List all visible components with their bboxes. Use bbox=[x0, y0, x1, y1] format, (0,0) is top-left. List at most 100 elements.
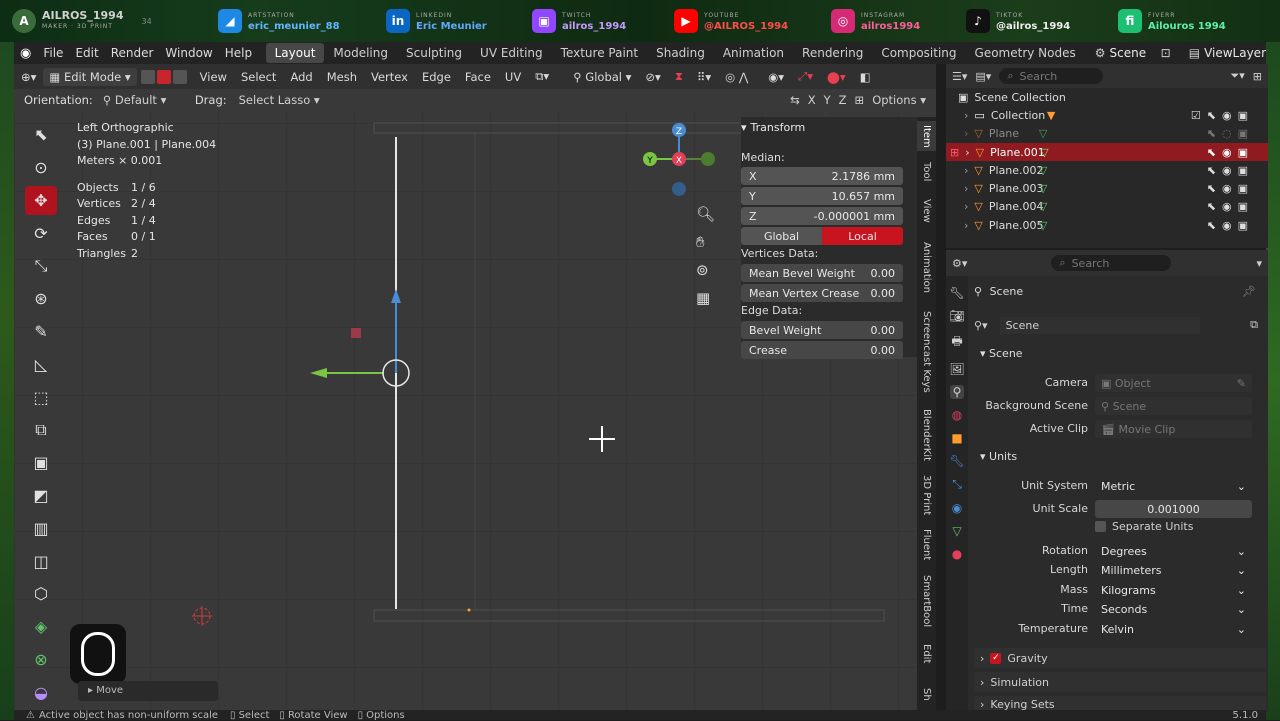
view-layer-selector[interactable]: ViewLayer bbox=[1204, 46, 1266, 60]
social-fiverr[interactable]: fi FIVERR Ailouros 1994 bbox=[1118, 8, 1226, 34]
outliner-editor-icon[interactable]: ☰▾ bbox=[952, 70, 967, 83]
visibility-toggles[interactable]: ⬉◉▣ bbox=[1207, 200, 1254, 213]
unit-system-dropdown[interactable]: Metric ⌄ bbox=[1095, 477, 1252, 495]
outliner-item[interactable]: › ▽ Plane ▽ ⬉◌▣ bbox=[946, 125, 1268, 143]
tab-item[interactable]: Item bbox=[917, 121, 936, 151]
outliner-item[interactable]: › ▽ Plane.003 ▽ ⬉◉▣ bbox=[946, 179, 1268, 197]
filter-icon[interactable]: ⏷▾ bbox=[1230, 69, 1244, 83]
visibility-toggles[interactable]: ⬉◉▣ bbox=[1207, 164, 1254, 177]
units-panel-header[interactable]: ▾ Units bbox=[980, 450, 1017, 463]
transform-tool-icon[interactable]: ⊛ bbox=[25, 284, 57, 314]
median-z-field[interactable]: Z -0.000001 mm bbox=[741, 207, 903, 225]
tab-layout[interactable]: Layout bbox=[265, 43, 325, 63]
visibility-toggles[interactable]: ⬉◉▣ bbox=[1207, 182, 1254, 195]
simulation-panel-header[interactable]: › Simulation bbox=[974, 672, 1266, 692]
tab-animation[interactable]: Animation bbox=[917, 235, 936, 299]
loop-cut-tool-icon[interactable]: ▥ bbox=[25, 513, 57, 543]
data-tab-icon[interactable]: ▽ bbox=[952, 524, 961, 538]
visibility-toggles[interactable]: ⬉◉▣ bbox=[1207, 146, 1254, 159]
tab-modeling[interactable]: Modeling bbox=[324, 43, 397, 63]
menu-file[interactable]: File bbox=[37, 46, 69, 60]
outliner-search[interactable]: ⌕ Search bbox=[999, 68, 1104, 84]
properties-search[interactable]: ⌕ Search bbox=[1051, 255, 1172, 271]
output-tab-icon[interactable]: 🖶︎ bbox=[951, 332, 962, 353]
menu-window[interactable]: Window bbox=[159, 46, 218, 60]
temperature-dropdown[interactable]: Kelvin ⌄ bbox=[1095, 620, 1252, 638]
blender-logo-icon[interactable]: ◉ bbox=[14, 46, 37, 61]
tab-rendering[interactable]: Rendering bbox=[793, 43, 872, 63]
knife-tool-icon[interactable]: ◫ bbox=[25, 546, 57, 576]
unit-scale-field[interactable]: 0.001000 bbox=[1095, 500, 1252, 518]
new-collection-icon[interactable]: ⊞ bbox=[1253, 70, 1262, 83]
3d-viewport[interactable]: ⊕▾ ▦ Edit Mode ▾ View Select Add Mesh Ve… bbox=[14, 64, 936, 712]
camera-view-icon[interactable]: ⊚ bbox=[696, 261, 715, 279]
menu-edit[interactable]: Edit bbox=[69, 46, 104, 60]
inset-tool-icon[interactable]: ▣ bbox=[25, 448, 57, 478]
edge-crease-field[interactable]: Crease 0.00 bbox=[741, 341, 903, 359]
tab-texture-paint[interactable]: Texture Paint bbox=[552, 43, 647, 63]
camera-field[interactable]: ▣ Object ✎ bbox=[1095, 374, 1252, 392]
social-tiktok[interactable]: ♪ TIKTOK @ailros_1994 bbox=[966, 8, 1070, 34]
tab-blenderkit[interactable]: BlenderKit bbox=[917, 405, 936, 465]
expand-icon[interactable]: › bbox=[964, 109, 968, 122]
median-x-field[interactable]: X 2.1786 mm bbox=[741, 167, 903, 185]
social-linkedin[interactable]: in LINKEDIN Eric Meunier bbox=[386, 8, 487, 34]
active-clip-field[interactable]: 🎬︎ Movie Clip bbox=[1095, 420, 1252, 438]
pan-icon[interactable]: ✋︎ bbox=[696, 233, 715, 251]
outliner-item-selected[interactable]: ⊞ › ▽ Plane.001 ▽ ⬉◉▣ bbox=[946, 142, 1268, 162]
time-dropdown[interactable]: Seconds ⌄ bbox=[1095, 600, 1252, 618]
local-toggle[interactable]: Local bbox=[822, 227, 903, 245]
menu-render[interactable]: Render bbox=[105, 46, 160, 60]
pin-icon[interactable]: 📌︎ bbox=[1242, 285, 1256, 298]
tab-3d-print[interactable]: 3D Print bbox=[917, 469, 936, 521]
tab-sh[interactable]: Sh bbox=[917, 677, 936, 711]
visibility-toggles[interactable]: ☑⬉◉▣ bbox=[1191, 109, 1254, 122]
scene-panel-header[interactable]: ▾ Scene bbox=[980, 347, 1023, 360]
tab-sculpting[interactable]: Sculpting bbox=[397, 43, 471, 63]
extrude-tool-icon[interactable]: ⧉ bbox=[25, 415, 57, 445]
scale-tool-icon[interactable]: ⤡ bbox=[25, 251, 57, 281]
tab-tool[interactable]: Tool bbox=[917, 157, 936, 187]
tab-geometry-nodes[interactable]: Geometry Nodes bbox=[966, 43, 1085, 63]
menu-help[interactable]: Help bbox=[219, 46, 258, 60]
rotation-dropdown[interactable]: Degrees ⌄ bbox=[1095, 542, 1252, 560]
scene-datablock[interactable]: ⚲▾ Scene ⧉ bbox=[974, 316, 1264, 334]
properties-editor-icon[interactable]: ⚙▾ bbox=[952, 257, 967, 270]
tab-compositing[interactable]: Compositing bbox=[872, 43, 965, 63]
tab-animation[interactable]: Animation bbox=[714, 43, 793, 63]
background-scene-field[interactable]: ⚲ Scene bbox=[1095, 397, 1252, 415]
poly-build-tool-icon[interactable]: ⬡ bbox=[25, 579, 57, 609]
mean-vertex-crease-field[interactable]: Mean Vertex Crease 0.00 bbox=[741, 284, 903, 302]
social-youtube[interactable]: ▶ YOUTUBE @AILROS_1994 bbox=[674, 8, 788, 34]
eyedropper-icon[interactable]: ✎ bbox=[1237, 377, 1246, 390]
outliner-item[interactable]: › ▭ Collection ▼ ☑⬉◉▣ bbox=[946, 106, 1268, 124]
transform-header[interactable]: ▾ Transform bbox=[741, 117, 917, 137]
length-dropdown[interactable]: Millimeters ⌄ bbox=[1095, 561, 1252, 579]
outliner-scene-collection[interactable]: ▣ Scene Collection bbox=[946, 88, 1268, 106]
tool-tab-icon[interactable]: 🔧︎ bbox=[949, 286, 964, 300]
move-tool-icon[interactable]: ✥ bbox=[25, 185, 57, 216]
modifier-tab-icon[interactable]: 🔧︎ bbox=[949, 454, 964, 468]
social-twitch[interactable]: ▣ TWITCH ailros_1994 bbox=[532, 8, 626, 34]
scene-selector[interactable]: Scene bbox=[1110, 46, 1157, 60]
tab-fluent[interactable]: Fluent bbox=[917, 525, 936, 565]
tab-shading[interactable]: Shading bbox=[647, 43, 714, 63]
outliner-item[interactable]: › ▽ Plane.005 ▽ ⬉◉▣ bbox=[946, 216, 1268, 234]
smooth-tool-icon[interactable]: ⊗ bbox=[25, 645, 57, 675]
visibility-toggles[interactable]: ⬉◌▣ bbox=[1207, 127, 1254, 140]
tab-view[interactable]: View bbox=[917, 193, 936, 229]
last-operator-panel[interactable]: ▸ Move bbox=[78, 681, 218, 701]
annotate-tool-icon[interactable]: ✎ bbox=[25, 317, 57, 347]
measure-tool-icon[interactable]: ◺ bbox=[25, 349, 57, 379]
tab-edit[interactable]: Edit bbox=[917, 637, 936, 671]
select-tool-icon[interactable]: ⬉ bbox=[25, 120, 57, 150]
outliner-item[interactable]: › ▽ Plane.004 ▽ ⬉◉▣ bbox=[946, 198, 1268, 216]
visibility-toggles[interactable]: ⬉◉▣ bbox=[1207, 219, 1254, 232]
social-instagram[interactable]: ◎ INSTAGRAM ailros1994 bbox=[831, 8, 920, 34]
gravity-checkbox-icon[interactable]: ✓ bbox=[990, 652, 1002, 664]
edge-bevel-weight-field[interactable]: Bevel Weight 0.00 bbox=[741, 321, 903, 339]
median-y-field[interactable]: Y 10.657 mm bbox=[741, 187, 903, 205]
separate-units-checkbox[interactable]: Separate Units bbox=[1095, 520, 1193, 533]
zoom-icon[interactable]: 🔍︎ bbox=[696, 205, 715, 223]
mass-dropdown[interactable]: Kilograms ⌄ bbox=[1095, 581, 1252, 599]
